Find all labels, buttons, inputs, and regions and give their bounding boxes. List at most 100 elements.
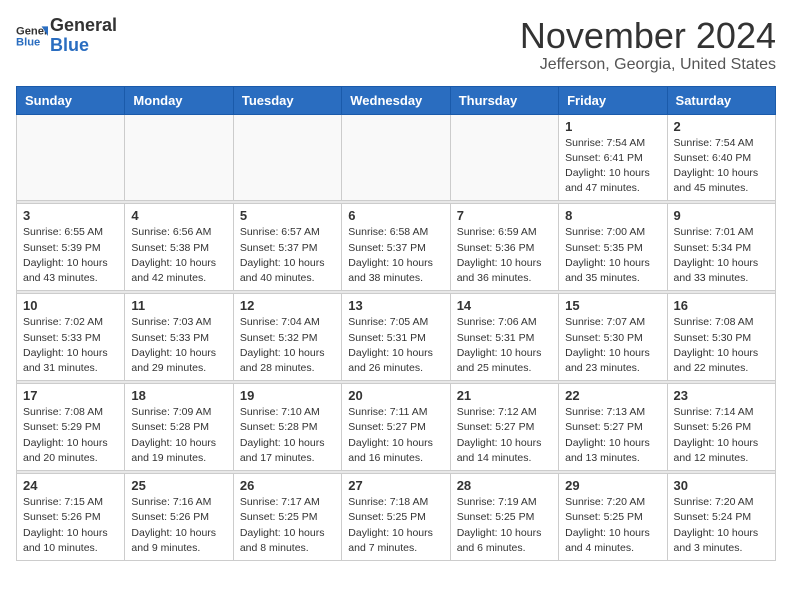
calendar-day-header: Tuesday	[233, 86, 341, 114]
calendar-cell	[342, 114, 450, 201]
calendar-cell: 14 Sunrise: 7:06 AM Sunset: 5:31 PM Dayli…	[450, 294, 558, 381]
day-info: Sunrise: 7:05 AM Sunset: 5:31 PM Dayligh…	[348, 315, 443, 376]
calendar-cell: 23 Sunrise: 7:14 AM Sunset: 5:26 PM Dayli…	[667, 384, 775, 471]
calendar-day-header: Wednesday	[342, 86, 450, 114]
calendar-day-header: Monday	[125, 86, 233, 114]
day-info: Sunrise: 7:20 AM Sunset: 5:24 PM Dayligh…	[674, 495, 769, 556]
day-info: Sunrise: 7:12 AM Sunset: 5:27 PM Dayligh…	[457, 405, 552, 466]
location: Jefferson, Georgia, United States	[520, 56, 776, 74]
logo-text: General Blue	[50, 16, 117, 56]
calendar-cell: 26 Sunrise: 7:17 AM Sunset: 5:25 PM Dayli…	[233, 474, 341, 561]
calendar-cell: 17 Sunrise: 7:08 AM Sunset: 5:29 PM Dayli…	[17, 384, 125, 471]
day-number: 10	[23, 298, 118, 313]
calendar-cell: 9Sunrise: 7:01 AM Sunset: 5:34 PM Daylig…	[667, 204, 775, 291]
day-number: 11	[131, 298, 226, 313]
day-number: 26	[240, 478, 335, 493]
calendar-cell: 22Sunrise: 7:13 AM Sunset: 5:27 PM Dayli…	[559, 384, 667, 471]
day-info: Sunrise: 7:00 AM Sunset: 5:35 PM Dayligh…	[565, 225, 660, 286]
day-info: Sunrise: 7:07 AM Sunset: 5:30 PM Dayligh…	[565, 315, 660, 376]
calendar-cell: 24 Sunrise: 7:15 AM Sunset: 5:26 PM Dayli…	[17, 474, 125, 561]
calendar-cell: 7Sunrise: 6:59 AM Sunset: 5:36 PM Daylig…	[450, 204, 558, 291]
day-number: 27	[348, 478, 443, 493]
calendar-cell	[125, 114, 233, 201]
day-number: 14	[457, 298, 552, 313]
day-info: Sunrise: 7:09 AM Sunset: 5:28 PM Dayligh…	[131, 405, 226, 466]
day-number: 13	[348, 298, 443, 313]
calendar-week-row: 10 Sunrise: 7:02 AM Sunset: 5:33 PM Dayli…	[17, 294, 776, 381]
calendar-day-header: Saturday	[667, 86, 775, 114]
calendar-day-header: Sunday	[17, 86, 125, 114]
day-info: Sunrise: 6:57 AM Sunset: 5:37 PM Dayligh…	[240, 225, 335, 286]
day-number: 8	[565, 208, 660, 223]
day-info: Sunrise: 7:08 AM Sunset: 5:29 PM Dayligh…	[23, 405, 118, 466]
calendar-cell: 6 Sunrise: 6:58 AM Sunset: 5:37 PM Daylig…	[342, 204, 450, 291]
logo-icon: General Blue	[16, 20, 48, 52]
day-info: Sunrise: 7:06 AM Sunset: 5:31 PM Dayligh…	[457, 315, 552, 376]
day-info: Sunrise: 7:11 AM Sunset: 5:27 PM Dayligh…	[348, 405, 443, 466]
day-number: 18	[131, 388, 226, 403]
day-number: 4	[131, 208, 226, 223]
calendar-cell: 11 Sunrise: 7:03 AM Sunset: 5:33 PM Dayli…	[125, 294, 233, 381]
day-info: Sunrise: 7:10 AM Sunset: 5:28 PM Dayligh…	[240, 405, 335, 466]
day-info: Sunrise: 7:54 AM Sunset: 6:40 PM Dayligh…	[674, 136, 769, 197]
calendar-cell: 30 Sunrise: 7:20 AM Sunset: 5:24 PM Dayli…	[667, 474, 775, 561]
calendar-cell: 16Sunrise: 7:08 AM Sunset: 5:30 PM Dayli…	[667, 294, 775, 381]
day-number: 21	[457, 388, 552, 403]
day-info: Sunrise: 7:15 AM Sunset: 5:26 PM Dayligh…	[23, 495, 118, 556]
day-number: 23	[674, 388, 769, 403]
day-info: Sunrise: 6:56 AM Sunset: 5:38 PM Dayligh…	[131, 225, 226, 286]
day-info: Sunrise: 7:14 AM Sunset: 5:26 PM Dayligh…	[674, 405, 769, 466]
day-number: 22	[565, 388, 660, 403]
calendar-cell: 4 Sunrise: 6:56 AM Sunset: 5:38 PM Daylig…	[125, 204, 233, 291]
calendar-cell: 20Sunrise: 7:11 AM Sunset: 5:27 PM Dayli…	[342, 384, 450, 471]
day-info: Sunrise: 7:02 AM Sunset: 5:33 PM Dayligh…	[23, 315, 118, 376]
day-number: 12	[240, 298, 335, 313]
calendar-cell: 1Sunrise: 7:54 AM Sunset: 6:41 PM Daylig…	[559, 114, 667, 201]
day-info: Sunrise: 6:59 AM Sunset: 5:36 PM Dayligh…	[457, 225, 552, 286]
day-number: 30	[674, 478, 769, 493]
day-number: 3	[23, 208, 118, 223]
calendar-cell: 2Sunrise: 7:54 AM Sunset: 6:40 PM Daylig…	[667, 114, 775, 201]
logo-blue: Blue	[50, 36, 117, 56]
logo: General Blue General Blue	[16, 16, 117, 56]
calendar-cell	[233, 114, 341, 201]
logo-general: General	[50, 16, 117, 36]
calendar-week-row: 17 Sunrise: 7:08 AM Sunset: 5:29 PM Dayli…	[17, 384, 776, 471]
page-header: General Blue General Blue November 2024 …	[16, 16, 776, 74]
calendar-week-row: 24 Sunrise: 7:15 AM Sunset: 5:26 PM Dayli…	[17, 474, 776, 561]
title-area: November 2024 Jefferson, Georgia, United…	[520, 16, 776, 74]
calendar-cell: 8 Sunrise: 7:00 AM Sunset: 5:35 PM Daylig…	[559, 204, 667, 291]
calendar-cell: 10 Sunrise: 7:02 AM Sunset: 5:33 PM Dayli…	[17, 294, 125, 381]
day-number: 25	[131, 478, 226, 493]
calendar-cell: 27 Sunrise: 7:18 AM Sunset: 5:25 PM Dayli…	[342, 474, 450, 561]
day-info: Sunrise: 7:03 AM Sunset: 5:33 PM Dayligh…	[131, 315, 226, 376]
calendar-cell: 18 Sunrise: 7:09 AM Sunset: 5:28 PM Dayli…	[125, 384, 233, 471]
day-info: Sunrise: 7:17 AM Sunset: 5:25 PM Dayligh…	[240, 495, 335, 556]
day-info: Sunrise: 7:54 AM Sunset: 6:41 PM Dayligh…	[565, 136, 660, 197]
calendar-cell: 15Sunrise: 7:07 AM Sunset: 5:30 PM Dayli…	[559, 294, 667, 381]
day-info: Sunrise: 7:19 AM Sunset: 5:25 PM Dayligh…	[457, 495, 552, 556]
day-number: 6	[348, 208, 443, 223]
day-number: 17	[23, 388, 118, 403]
day-number: 19	[240, 388, 335, 403]
calendar-cell: 13 Sunrise: 7:05 AM Sunset: 5:31 PM Dayli…	[342, 294, 450, 381]
day-info: Sunrise: 7:20 AM Sunset: 5:25 PM Dayligh…	[565, 495, 660, 556]
calendar-table: SundayMondayTuesdayWednesdayThursdayFrid…	[16, 86, 776, 561]
day-number: 24	[23, 478, 118, 493]
calendar-cell: 3 Sunrise: 6:55 AM Sunset: 5:39 PM Daylig…	[17, 204, 125, 291]
calendar-day-header: Thursday	[450, 86, 558, 114]
calendar-cell: 19 Sunrise: 7:10 AM Sunset: 5:28 PM Dayli…	[233, 384, 341, 471]
day-info: Sunrise: 7:18 AM Sunset: 5:25 PM Dayligh…	[348, 495, 443, 556]
calendar-week-row: 1Sunrise: 7:54 AM Sunset: 6:41 PM Daylig…	[17, 114, 776, 201]
calendar-cell: 25Sunrise: 7:16 AM Sunset: 5:26 PM Dayli…	[125, 474, 233, 561]
svg-text:Blue: Blue	[16, 36, 40, 48]
calendar-cell: 28 Sunrise: 7:19 AM Sunset: 5:25 PM Dayli…	[450, 474, 558, 561]
month-title: November 2024	[520, 16, 776, 56]
day-number: 5	[240, 208, 335, 223]
calendar-cell	[17, 114, 125, 201]
day-info: Sunrise: 6:58 AM Sunset: 5:37 PM Dayligh…	[348, 225, 443, 286]
day-number: 28	[457, 478, 552, 493]
day-info: Sunrise: 6:55 AM Sunset: 5:39 PM Dayligh…	[23, 225, 118, 286]
calendar-cell	[450, 114, 558, 201]
calendar-cell: 5 Sunrise: 6:57 AM Sunset: 5:37 PM Daylig…	[233, 204, 341, 291]
